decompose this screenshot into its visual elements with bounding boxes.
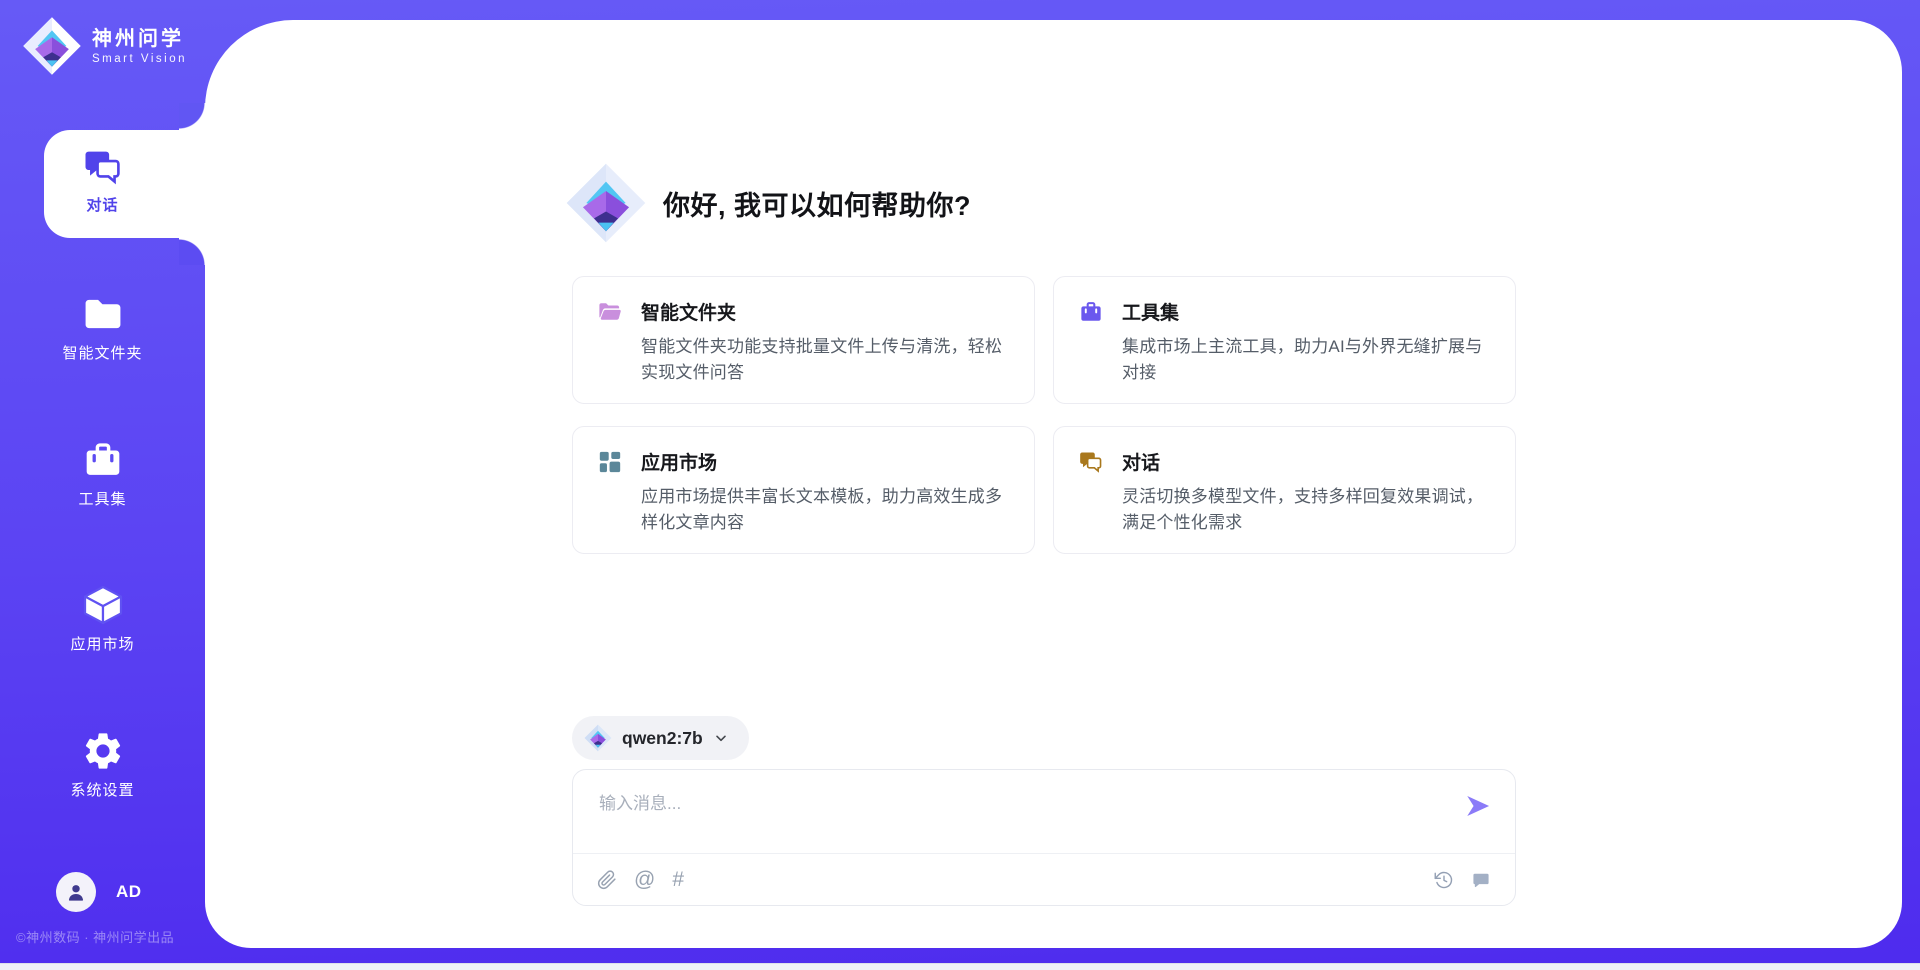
quick-phrase-icon[interactable] [1471,870,1491,890]
brand-name: 神州问学 [92,27,187,51]
avatar [56,872,96,912]
model-name: qwen2:7b [622,728,703,749]
brand: 神州问学 Smart Vision [22,16,187,76]
chat-icon [0,146,205,188]
card-title: 智能文件夹 [641,298,736,325]
brand-logo-icon [22,16,82,76]
card-description: 灵活切换多模型文件，支持多样回复效果调试，满足个性化需求 [1122,484,1496,537]
sidebar-item-smart-folder[interactable]: 智能文件夹 [0,292,205,363]
folder-icon [0,292,205,336]
feature-cards: 智能文件夹 智能文件夹功能支持批量文件上传与清洗，轻松实现文件问答 工具集 集成… [572,276,1516,554]
sidebar-item-app-market[interactable]: 应用市场 [0,583,205,654]
sidebar-item-label: 对话 [86,197,118,214]
brand-subtitle: Smart Vision [92,53,187,65]
sidebar-item-label: 工具集 [78,491,126,508]
composer-toolbar: @ # [573,854,1515,905]
toolbox-icon [1078,299,1104,325]
model-logo-icon [584,724,612,752]
sidebar-item-chat[interactable]: 对话 [0,146,205,215]
greeting-title: 你好, 我可以如何帮助你? [663,184,971,223]
card-description: 集成市场上主流工具，助力AI与外界无缝扩展与对接 [1122,334,1496,387]
person-icon [63,879,89,905]
sidebar: 神州问学 Smart Vision 对话 智能文件夹 [0,0,215,970]
card-title: 对话 [1122,448,1160,475]
folder-open-icon [597,299,623,325]
sidebar-item-toolset[interactable]: 工具集 [0,438,205,509]
chat-icon [1078,449,1104,475]
history-icon[interactable] [1434,870,1454,890]
topic-icon[interactable]: # [672,869,684,890]
mention-icon[interactable]: @ [634,869,655,890]
horizontal-scrollbar[interactable] [0,963,1920,970]
message-input[interactable] [599,785,1399,823]
user-initials: AD [116,882,142,902]
feature-card-smart-folder[interactable]: 智能文件夹 智能文件夹功能支持批量文件上传与清洗，轻松实现文件问答 [572,276,1035,404]
attachment-icon[interactable] [597,870,617,890]
sidebar-item-label: 智能文件夹 [62,345,142,362]
grid-icon [597,449,623,475]
card-description: 智能文件夹功能支持批量文件上传与清洗，轻松实现文件问答 [641,334,1015,387]
message-composer: @ # [572,769,1516,906]
gear-icon [0,729,205,773]
cube-icon [0,583,205,627]
tab-fillet-bottom [179,238,206,265]
assistant-logo-icon [565,162,647,244]
send-button[interactable] [1461,790,1495,824]
feature-card-chat[interactable]: 对话 灵活切换多模型文件，支持多样回复效果调试，满足个性化需求 [1053,426,1516,554]
feature-card-app-market[interactable]: 应用市场 应用市场提供丰富长文本模板，助力高效生成多样化文章内容 [572,426,1035,554]
user-profile[interactable]: AD [56,872,142,912]
chevron-down-icon [713,730,729,746]
welcome-header: 你好, 我可以如何帮助你? [565,162,971,244]
app-window: 你好, 我可以如何帮助你? 智能文件夹 智能文件夹功能支持批量文件上传与清洗，轻… [0,0,1920,970]
toolbox-icon [0,438,205,482]
send-icon [1464,792,1492,820]
sidebar-item-settings[interactable]: 系统设置 [0,729,205,800]
copyright-text: ©神州数码 · 神州问学出品 [16,927,174,946]
main-panel: 你好, 我可以如何帮助你? 智能文件夹 智能文件夹功能支持批量文件上传与清洗，轻… [205,20,1902,948]
tab-fillet-top [179,103,206,130]
sidebar-item-label: 系统设置 [70,782,134,799]
card-description: 应用市场提供丰富长文本模板，助力高效生成多样化文章内容 [641,484,1015,537]
model-selector[interactable]: qwen2:7b [572,716,749,760]
feature-card-toolset[interactable]: 工具集 集成市场上主流工具，助力AI与外界无缝扩展与对接 [1053,276,1516,404]
card-title: 工具集 [1122,298,1179,325]
card-title: 应用市场 [641,448,717,475]
sidebar-item-label: 应用市场 [70,636,134,653]
